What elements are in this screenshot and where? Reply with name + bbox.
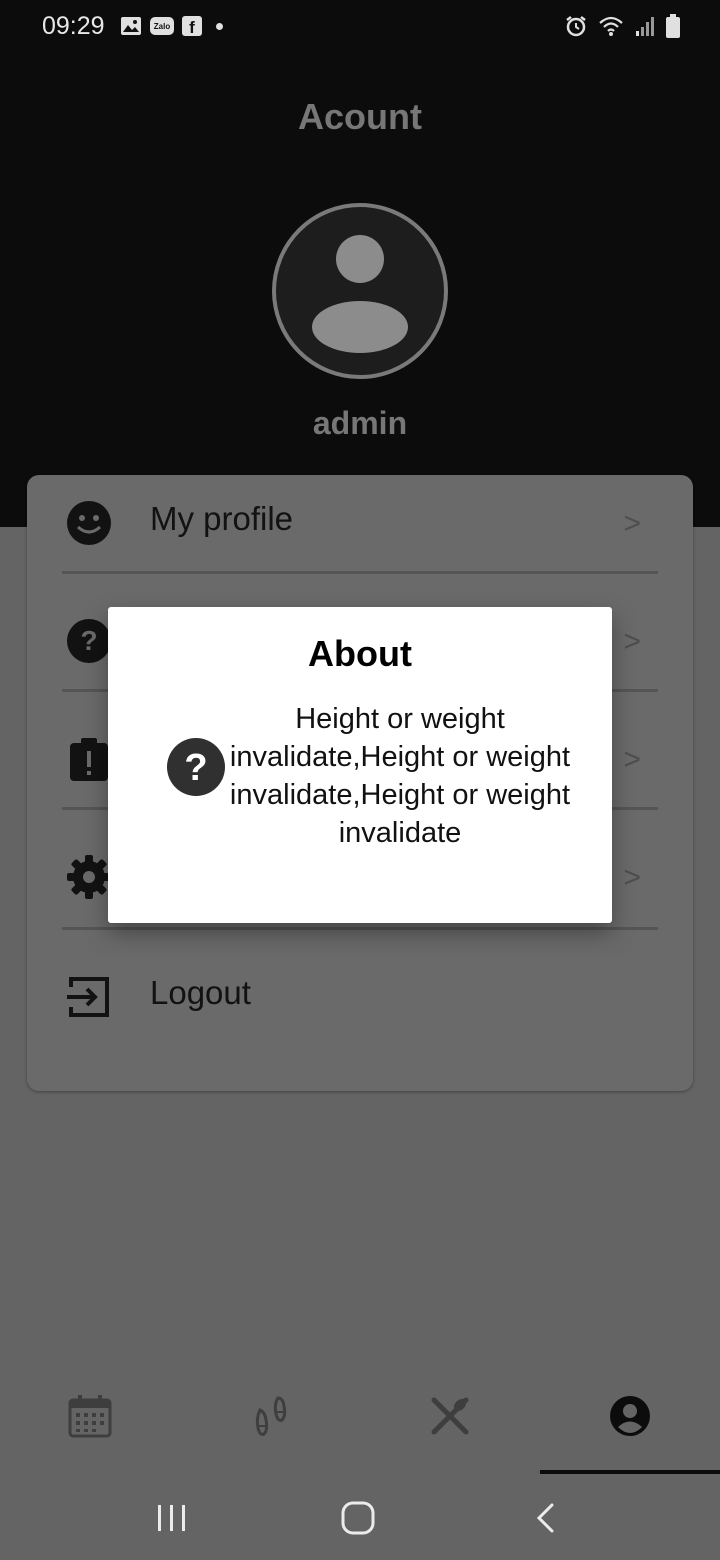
footsteps-icon	[255, 1396, 287, 1436]
about-dialog[interactable]: About ? Height or weight invalidate,Heig…	[108, 607, 612, 923]
battery-icon	[666, 14, 680, 38]
clipboard-alert-icon	[70, 738, 108, 781]
wifi-icon	[599, 16, 623, 36]
account-icon	[610, 1396, 650, 1436]
system-status-icons	[564, 14, 680, 38]
bottom-nav	[0, 1372, 720, 1476]
chevron-right-icon: >	[623, 861, 641, 894]
recents-button[interactable]	[152, 1498, 192, 1538]
signal-icon	[636, 17, 654, 36]
alarm-icon	[566, 16, 586, 37]
nav-food[interactable]	[426, 1392, 474, 1440]
nav-calendar[interactable]	[66, 1392, 114, 1440]
status-bar: 09:29 Zalo f	[0, 0, 720, 56]
chevron-right-icon: >	[623, 507, 641, 540]
menu-label: Logout	[150, 974, 251, 1011]
notification-icons: Zalo f	[120, 15, 223, 37]
username: admin	[312, 405, 408, 441]
zalo-icon: Zalo	[150, 17, 174, 35]
help-icon: ?	[167, 738, 225, 796]
status-time: 09:29	[42, 12, 105, 40]
gear-icon	[67, 855, 111, 899]
nav-steps[interactable]	[246, 1392, 294, 1440]
home-button[interactable]	[338, 1498, 378, 1538]
calendar-icon	[68, 1395, 112, 1438]
menu-label: My profile	[150, 500, 294, 537]
facebook-icon: f	[182, 16, 202, 36]
divider	[62, 571, 658, 574]
recents-icon	[158, 1505, 185, 1531]
gallery-icon	[120, 15, 142, 37]
smiley-icon	[67, 501, 111, 545]
divider	[62, 927, 658, 930]
system-nav-bar	[0, 1476, 720, 1560]
chevron-right-icon: >	[623, 743, 641, 776]
dot-icon	[216, 22, 223, 30]
back-icon	[536, 1503, 554, 1533]
utensils-icon	[431, 1397, 469, 1435]
avatar[interactable]	[272, 203, 448, 379]
selected-tab-indicator	[540, 1470, 720, 1474]
back-button[interactable]	[526, 1498, 566, 1538]
chevron-right-icon: >	[623, 625, 641, 658]
dialog-title: About	[308, 633, 412, 674]
svg-text:?: ?	[80, 625, 97, 656]
menu-item-logout[interactable]: Logout	[27, 949, 693, 1067]
menu-item-my-profile[interactable]: My profile >	[27, 475, 693, 593]
logout-icon	[67, 977, 109, 1017]
help-icon: ?	[67, 619, 111, 663]
nav-account[interactable]	[606, 1392, 654, 1440]
svg-text:?: ?	[184, 747, 207, 789]
dialog-message: Height or weight invalidate,Height or we…	[229, 703, 571, 849]
page-title: Acount	[298, 96, 422, 137]
home-icon	[341, 1501, 375, 1535]
person-icon	[312, 235, 408, 353]
